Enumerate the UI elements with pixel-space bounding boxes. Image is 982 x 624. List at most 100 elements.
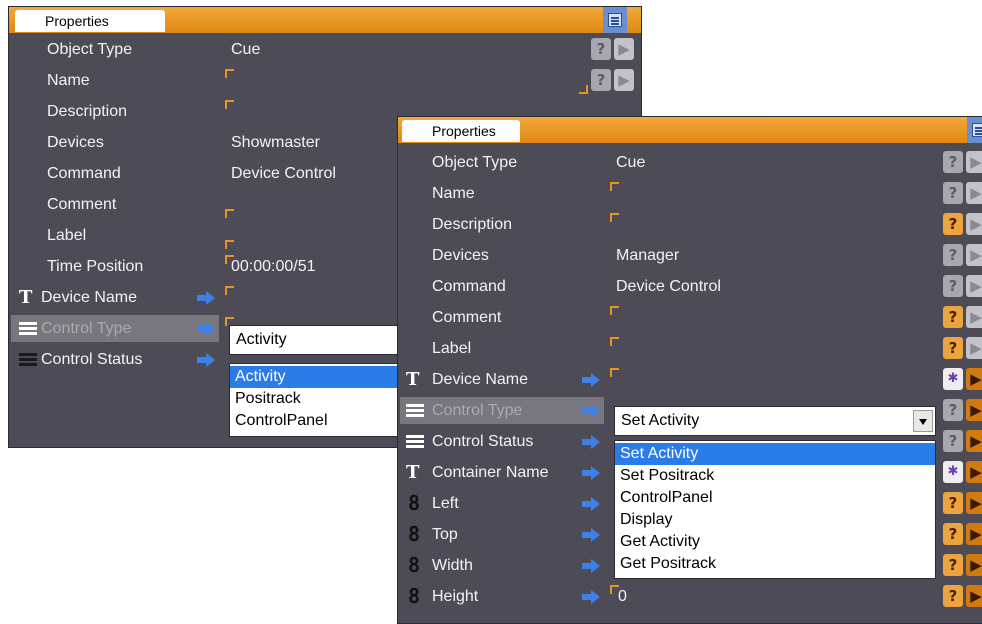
row-value[interactable]: Showmaster: [231, 127, 320, 158]
help-icon[interactable]: ?: [943, 492, 963, 514]
dropdown-option-controlpanel[interactable]: ControlPanel: [615, 487, 935, 509]
back-control-type-combo[interactable]: Activity: [229, 325, 409, 355]
help-icon[interactable]: ?: [943, 430, 963, 452]
dropdown-option-activity[interactable]: Activity: [230, 366, 410, 388]
expand-arrow-icon[interactable]: ▶: [966, 182, 982, 204]
row-value[interactable]: Cue: [231, 34, 260, 65]
expand-arrow-icon[interactable]: ▶: [966, 399, 982, 421]
back-properties-menu-icon[interactable]: [603, 7, 627, 33]
link-arrow-icon[interactable]: [582, 528, 602, 542]
help-icon[interactable]: ?: [943, 399, 963, 421]
dropdown-option-set-positrack[interactable]: Set Positrack: [615, 465, 935, 487]
help-icon[interactable]: ?: [943, 554, 963, 576]
front-properties-panel: Properties Object Type Cue ? ▶ Name ? ▶ …: [397, 116, 982, 624]
link-arrow-icon[interactable]: [582, 435, 602, 449]
text-icon: T: [406, 369, 420, 390]
front-row-command: Command Device Control ? ▶: [398, 271, 982, 302]
list-icon: [19, 353, 37, 367]
link-arrow-icon[interactable]: [582, 373, 602, 387]
help-icon[interactable]: ?: [943, 306, 963, 328]
help-icon[interactable]: ?: [591, 38, 611, 60]
expand-arrow-icon[interactable]: ▶: [966, 151, 982, 173]
help-icon[interactable]: ?: [591, 69, 611, 91]
link-arrow-icon[interactable]: [197, 353, 217, 367]
back-control-type-dropdown: Activity Positrack ControlPanel: [229, 363, 411, 437]
row-value[interactable]: Manager: [616, 240, 679, 271]
expand-arrow-icon[interactable]: ▶: [966, 585, 982, 607]
front-row-height: 8 Height 0 ? ▶: [398, 581, 982, 612]
field-corner-mark: [610, 213, 619, 222]
link-arrow-icon[interactable]: [582, 466, 602, 480]
magic-wand-icon[interactable]: ✱: [943, 461, 963, 483]
row-label: Top: [432, 526, 458, 543]
front-control-type-dropdown: Set Activity Set Positrack ControlPanel …: [614, 440, 936, 579]
front-row-object-type: Object Type Cue ? ▶: [398, 147, 982, 178]
field-corner-mark: [610, 368, 619, 377]
row-label: Container Name: [432, 464, 549, 481]
row-value[interactable]: Device Control: [231, 158, 336, 189]
help-icon[interactable]: ?: [943, 213, 963, 235]
link-arrow-icon[interactable]: [582, 497, 602, 511]
row-label: Control Type: [432, 402, 523, 419]
back-properties-tab[interactable]: Properties: [15, 10, 165, 32]
field-corner-mark: [610, 182, 619, 191]
list-icon: [406, 404, 424, 418]
dropdown-option-get-activity[interactable]: Get Activity: [615, 531, 935, 553]
expand-arrow-icon[interactable]: ▶: [966, 523, 982, 545]
text-icon: T: [19, 287, 33, 308]
expand-arrow-icon[interactable]: ▶: [614, 69, 634, 91]
row-label: Description: [432, 216, 513, 233]
row-label: Comment: [432, 309, 502, 326]
chevron-down-icon[interactable]: [913, 410, 933, 432]
dropdown-option-positrack[interactable]: Positrack: [230, 388, 410, 410]
link-arrow-icon[interactable]: [197, 322, 217, 336]
dropdown-option-set-activity[interactable]: Set Activity: [615, 443, 935, 465]
expand-arrow-icon[interactable]: ▶: [966, 430, 982, 452]
row-label: Label: [47, 227, 87, 244]
help-icon[interactable]: ?: [943, 585, 963, 607]
expand-arrow-icon[interactable]: ▶: [966, 244, 982, 266]
help-icon[interactable]: ?: [943, 337, 963, 359]
row-value[interactable]: 00:00:00/51: [231, 251, 316, 282]
link-arrow-icon[interactable]: [582, 404, 602, 418]
row-value[interactable]: 0: [618, 581, 627, 612]
back-row-object-type: Object Type Cue ? ▶: [9, 34, 641, 65]
combo-value: Activity: [236, 331, 287, 348]
expand-arrow-icon[interactable]: ▶: [966, 554, 982, 576]
link-arrow-icon[interactable]: [197, 291, 217, 305]
help-icon[interactable]: ?: [943, 275, 963, 297]
field-corner-mark: [225, 240, 234, 249]
row-label: Object Type: [47, 41, 133, 58]
magic-wand-icon[interactable]: ✱: [943, 368, 963, 390]
row-label: Device Name: [432, 371, 529, 388]
field-corner-mark: [610, 337, 619, 346]
row-label: Command: [432, 278, 506, 295]
expand-arrow-icon[interactable]: ▶: [966, 368, 982, 390]
row-label: Name: [47, 72, 90, 89]
expand-arrow-icon[interactable]: ▶: [966, 275, 982, 297]
help-icon[interactable]: ?: [943, 151, 963, 173]
expand-arrow-icon[interactable]: ▶: [966, 461, 982, 483]
expand-arrow-icon[interactable]: ▶: [966, 337, 982, 359]
dropdown-option-get-positrack[interactable]: Get Positrack: [615, 553, 935, 575]
link-arrow-icon[interactable]: [582, 559, 602, 573]
expand-arrow-icon[interactable]: ▶: [966, 492, 982, 514]
front-properties-menu-icon[interactable]: [967, 117, 982, 143]
front-properties-tab[interactable]: Properties: [402, 120, 520, 142]
expand-arrow-icon[interactable]: ▶: [966, 306, 982, 328]
digit-icon: 8: [408, 553, 421, 577]
expand-arrow-icon[interactable]: ▶: [966, 213, 982, 235]
row-value[interactable]: Device Control: [616, 271, 721, 302]
expand-arrow-icon[interactable]: ▶: [614, 38, 634, 60]
field-corner-mark: [225, 286, 234, 295]
dropdown-option-controlpanel[interactable]: ControlPanel: [230, 410, 410, 432]
front-control-type-combo[interactable]: Set Activity: [614, 406, 936, 436]
help-icon[interactable]: ?: [943, 244, 963, 266]
help-icon[interactable]: ?: [943, 523, 963, 545]
help-icon[interactable]: ?: [943, 182, 963, 204]
link-arrow-icon[interactable]: [582, 590, 602, 604]
combo-value: Set Activity: [621, 412, 700, 429]
row-label: Control Status: [432, 433, 534, 450]
dropdown-option-display[interactable]: Display: [615, 509, 935, 531]
row-value[interactable]: Cue: [616, 147, 645, 178]
